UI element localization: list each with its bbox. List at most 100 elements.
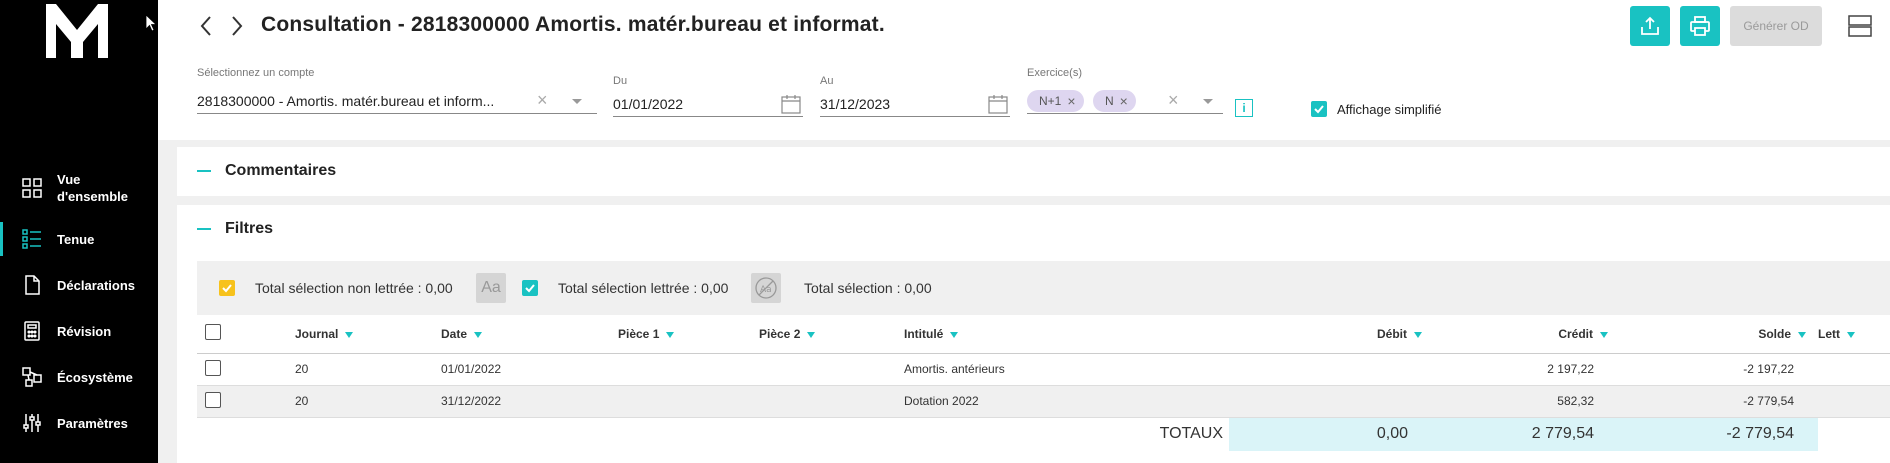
unletter-icon: Aa bbox=[755, 277, 777, 299]
filters-section: Filtres Total sélection non lettrée : 0,… bbox=[177, 205, 1890, 463]
comments-section: Commentaires bbox=[177, 147, 1890, 196]
calculator-icon bbox=[24, 321, 40, 341]
cell-debit bbox=[1229, 353, 1426, 386]
total-credit: 2 779,54 bbox=[1426, 417, 1612, 451]
page-header: Consultation - 2818300000 Amortis. matér… bbox=[158, 0, 1890, 140]
column-piece2[interactable]: Pièce 2 bbox=[759, 315, 904, 354]
cell-label: Amortis. antérieurs bbox=[904, 353, 1229, 386]
unlettered-total: Total sélection non lettrée : 0,00 bbox=[255, 280, 453, 296]
page-title: Consultation - 2818300000 Amortis. matér… bbox=[261, 13, 885, 36]
cell-piece1 bbox=[618, 385, 759, 418]
list-icon bbox=[22, 229, 41, 249]
column-piece1[interactable]: Pièce 1 bbox=[618, 315, 759, 354]
generate-od-button[interactable]: Générer OD bbox=[1730, 6, 1822, 46]
sort-icon[interactable] bbox=[666, 331, 675, 338]
sort-icon[interactable] bbox=[345, 331, 354, 338]
checkbox-checked[interactable] bbox=[1311, 101, 1327, 117]
sidebar-item-label: Écosystème bbox=[57, 369, 133, 385]
account-select[interactable]: 2818300000 - Amortis. matér.bureau et in… bbox=[197, 88, 597, 114]
column-label[interactable]: Intitulé bbox=[904, 315, 1229, 354]
account-label: Sélectionnez un compte bbox=[197, 67, 315, 79]
remove-chip-icon[interactable]: × bbox=[1120, 93, 1128, 109]
chevron-down-icon[interactable] bbox=[1203, 99, 1213, 104]
sort-icon[interactable] bbox=[807, 331, 816, 338]
clear-icon[interactable]: × bbox=[537, 90, 548, 111]
lettered-total: Total sélection lettrée : 0,00 bbox=[558, 280, 729, 296]
exercise-label: Exercice(s) bbox=[1027, 67, 1083, 79]
check-icon bbox=[222, 284, 232, 293]
lettered-checkbox[interactable] bbox=[522, 280, 538, 296]
cell-date: 31/12/2022 bbox=[441, 385, 618, 418]
column-date[interactable]: Date bbox=[441, 315, 618, 354]
sort-icon[interactable] bbox=[950, 331, 959, 338]
sidebar-item-revision[interactable]: Révision bbox=[0, 308, 158, 354]
chevron-down-icon[interactable] bbox=[572, 99, 582, 104]
from-date-label: Du bbox=[613, 75, 628, 87]
column-debit[interactable]: Débit bbox=[1229, 315, 1426, 354]
totals-label: TOTAUX bbox=[1159, 425, 1223, 443]
cell-credit: 2 197,22 bbox=[1426, 353, 1612, 386]
letter-button[interactable]: Aa bbox=[476, 273, 506, 303]
cell-piece1 bbox=[618, 353, 759, 386]
sort-icon[interactable] bbox=[1600, 331, 1608, 338]
split-layout-icon[interactable] bbox=[1848, 14, 1872, 38]
cell-debit bbox=[1229, 385, 1426, 418]
sidebar-item-label: Révision bbox=[57, 323, 112, 339]
column-credit[interactable]: Crédit bbox=[1426, 315, 1612, 354]
document-icon bbox=[25, 275, 40, 295]
sidebar-item-declarations[interactable]: Déclarations bbox=[0, 262, 158, 308]
cell-label: Dotation 2022 bbox=[904, 385, 1229, 418]
back-arrow-icon[interactable] bbox=[195, 13, 219, 39]
sidebar-item-settings[interactable]: Paramètres bbox=[0, 400, 158, 446]
column-solde[interactable]: Solde bbox=[1612, 315, 1818, 354]
remove-chip-icon[interactable]: × bbox=[1067, 93, 1075, 109]
column-journal[interactable]: Journal bbox=[295, 315, 441, 354]
upload-icon bbox=[1641, 16, 1659, 35]
column-lett[interactable]: Lett bbox=[1818, 315, 1890, 354]
sort-icon[interactable] bbox=[1798, 331, 1806, 338]
info-icon[interactable]: i bbox=[1235, 99, 1253, 117]
totals-row: TOTAUX 0,00 2 779,54 -2 779,54 bbox=[197, 417, 1890, 451]
select-all-checkbox[interactable] bbox=[205, 324, 221, 341]
sidebar-item-ecosystem[interactable]: Écosystème bbox=[0, 354, 158, 400]
unletter-button[interactable]: Aa bbox=[751, 273, 781, 303]
svg-text:Aa: Aa bbox=[760, 285, 772, 295]
unlettered-checkbox[interactable] bbox=[219, 280, 235, 296]
sort-icon[interactable] bbox=[1847, 331, 1855, 338]
comments-toggle[interactable]: Commentaires bbox=[197, 162, 336, 180]
sidebar-item-overview[interactable]: Vue d'ensemble bbox=[0, 160, 158, 216]
exercise-chip[interactable]: N+1 × bbox=[1027, 90, 1084, 112]
row-checkbox[interactable] bbox=[205, 359, 221, 376]
cell-piece2 bbox=[759, 385, 904, 418]
exercise-select[interactable]: N+1 × N × × bbox=[1027, 88, 1223, 114]
cell-date: 01/01/2022 bbox=[441, 353, 618, 386]
check-icon bbox=[525, 284, 535, 293]
sort-icon[interactable] bbox=[474, 331, 483, 338]
cell-solde: -2 779,54 bbox=[1612, 385, 1818, 418]
calendar-icon[interactable] bbox=[781, 94, 801, 114]
simplified-display-toggle[interactable]: Affichage simplifié bbox=[1311, 101, 1442, 117]
sidebar-item-tenue[interactable]: Tenue bbox=[0, 216, 158, 262]
from-date-field[interactable]: 01/01/2022 bbox=[613, 91, 803, 117]
entries-table: Journal Date Pièce 1 Pièce 2 Intitulé Dé… bbox=[197, 315, 1890, 451]
account-value: 2818300000 - Amortis. matér.bureau et in… bbox=[197, 92, 495, 109]
network-icon bbox=[22, 367, 42, 387]
collapse-icon bbox=[197, 228, 211, 230]
sort-icon[interactable] bbox=[1414, 331, 1422, 338]
filters-toggle[interactable]: Filtres bbox=[197, 220, 273, 238]
row-checkbox[interactable] bbox=[205, 391, 221, 408]
to-date-field[interactable]: 31/12/2023 bbox=[820, 91, 1010, 117]
sidebar: Vue d'ensemble Tenue Déclarations Révisi… bbox=[0, 0, 158, 463]
table-row[interactable]: 20 01/01/2022 Amortis. antérieurs 2 197,… bbox=[197, 353, 1890, 386]
sidebar-item-label: Déclarations bbox=[57, 277, 136, 293]
forward-arrow-icon[interactable] bbox=[224, 13, 248, 39]
calendar-icon[interactable] bbox=[988, 94, 1008, 114]
sliders-icon bbox=[23, 414, 41, 432]
table-row[interactable]: 20 31/12/2022 Dotation 2022 582,32 -2 77… bbox=[197, 385, 1890, 418]
cell-lett bbox=[1818, 353, 1890, 386]
sidebar-item-label: Paramètres bbox=[57, 415, 128, 431]
clear-icon[interactable]: × bbox=[1168, 90, 1179, 111]
exercise-chip[interactable]: N × bbox=[1093, 90, 1136, 112]
export-button[interactable] bbox=[1630, 6, 1670, 46]
print-button[interactable] bbox=[1680, 6, 1720, 46]
